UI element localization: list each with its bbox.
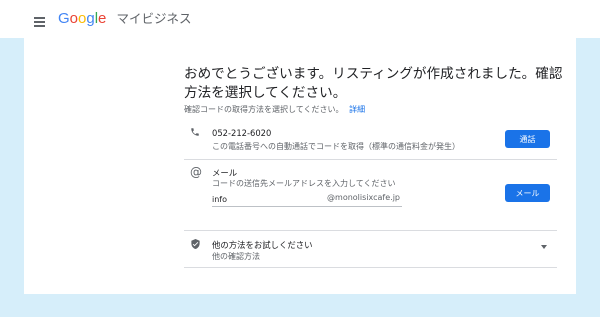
phone-icon: [190, 127, 200, 140]
google-logo: Google: [58, 10, 107, 27]
helper-text-label: 確認コードの取得方法を選択してください。: [184, 105, 344, 114]
email-description: コードの送信先メールアドレスを入力してください: [212, 179, 396, 188]
phone-number: 052-212-6020: [212, 128, 272, 138]
phone-option: 052-212-6020 この電話番号への自動通話でコードを取得（標準の通信料金…: [184, 124, 557, 158]
google-logo-letter: G: [58, 10, 70, 27]
details-link[interactable]: 詳細: [349, 105, 365, 114]
chevron-down-icon[interactable]: [541, 245, 547, 249]
product-name: マイビジネス: [116, 11, 192, 26]
divider: [184, 159, 557, 160]
other-methods-title: 他の方法をお試しください: [212, 240, 313, 250]
call-button[interactable]: 通話: [505, 130, 550, 148]
at-sign-icon: @: [190, 165, 202, 179]
email-domain: @monolisixcafe.jp: [327, 193, 400, 202]
google-logo-letter: g: [86, 10, 95, 27]
email-field: @monolisixcafe.jp: [212, 192, 402, 207]
phone-description: この電話番号への自動通話でコードを取得（標準の通信料金が発生）: [212, 142, 460, 151]
email-button[interactable]: メール: [505, 184, 550, 202]
page-title: おめでとうございます。リスティングが作成されました。確認方法を選択してください。: [184, 66, 563, 101]
email-option: @ メール コードの送信先メールアドレスを入力してください @monolisix…: [184, 164, 557, 230]
divider: [184, 230, 557, 231]
email-input[interactable]: [212, 192, 312, 206]
shield-check-icon: [190, 238, 201, 253]
hamburger-menu-icon[interactable]: [34, 17, 45, 29]
divider: [184, 267, 557, 268]
top-bar: Google マイビジネス: [0, 0, 600, 38]
other-methods-option[interactable]: 他の方法をお試しください 他の確認方法: [184, 233, 557, 266]
google-logo-letter: e: [98, 10, 107, 27]
other-methods-subtitle: 他の確認方法: [212, 252, 260, 261]
brand[interactable]: Google マイビジネス: [58, 10, 192, 29]
helper-text: 確認コードの取得方法を選択してください。 詳細: [184, 104, 365, 115]
google-logo-letter: o: [69, 10, 79, 27]
